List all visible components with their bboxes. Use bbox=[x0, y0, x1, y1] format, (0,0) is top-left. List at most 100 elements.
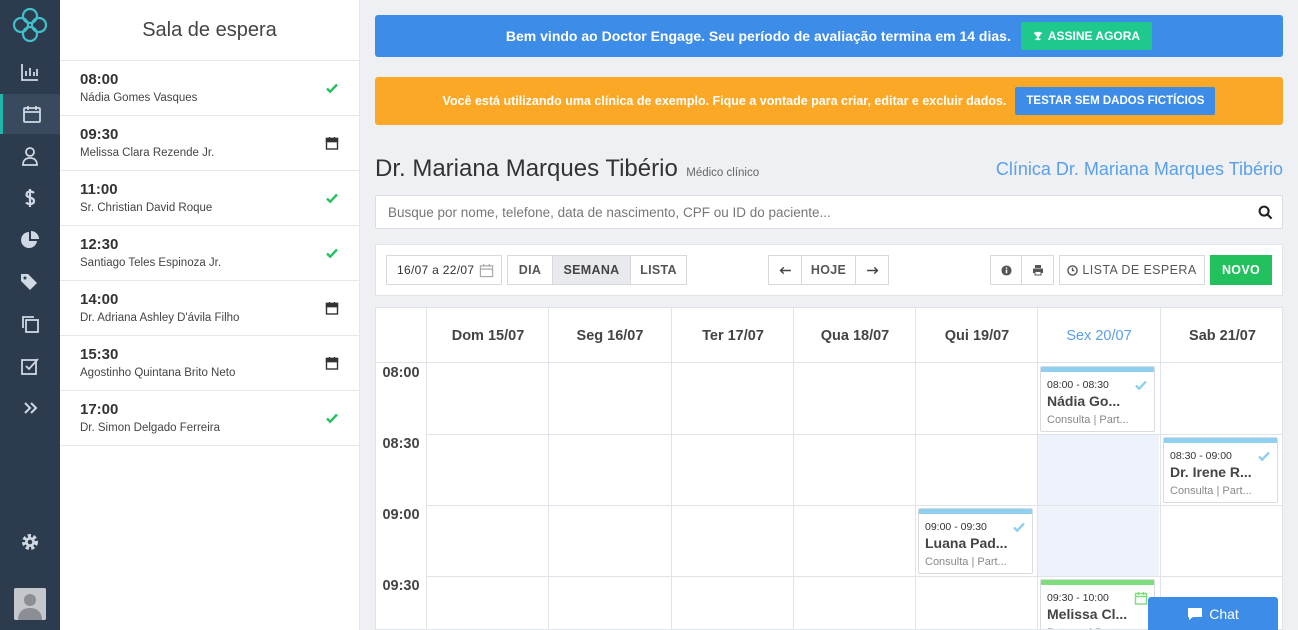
checkbox-icon[interactable] bbox=[0, 346, 60, 386]
appointment-status-bar bbox=[919, 509, 1032, 514]
calendar-toolbar: 16/07 a 22/07 DIA SEMANA LISTA HOJE LIST… bbox=[375, 244, 1283, 296]
date-range-value: 16/07 a 22/07 bbox=[397, 263, 475, 277]
day-header: Dom 15/07 bbox=[426, 308, 549, 363]
test-without-demo-data-button[interactable]: TESTAR SEM DADOS FICTÍCIOS bbox=[1015, 87, 1216, 115]
waiting-room-patient: Dr. Adriana Ashley D'ávila Filho bbox=[80, 312, 240, 324]
time-slot[interactable] bbox=[672, 506, 793, 575]
time-slot[interactable] bbox=[427, 577, 548, 629]
waiting-room-item[interactable]: 08:00 Nádia Gomes Vasques bbox=[60, 61, 359, 116]
appointment-card[interactable]: 08:30 - 09:00 Dr. Irene R... Consulta | Pa… bbox=[1163, 437, 1278, 503]
waiting-room-time: 11:00 bbox=[80, 181, 118, 198]
time-slot[interactable] bbox=[794, 506, 915, 575]
waiting-list-button[interactable]: LISTA DE ESPERA bbox=[1059, 255, 1205, 285]
avatar[interactable] bbox=[14, 588, 46, 620]
time-slot[interactable] bbox=[1161, 364, 1282, 433]
appointment-status-bar bbox=[1164, 438, 1277, 443]
chat-icon bbox=[1188, 607, 1203, 620]
calendar-icon bbox=[479, 263, 494, 278]
time-slot[interactable] bbox=[427, 364, 548, 433]
time-slot[interactable] bbox=[672, 364, 793, 433]
waiting-room-item[interactable]: 15:30 Agostinho Quintana Brito Neto bbox=[60, 336, 359, 391]
search-input[interactable] bbox=[376, 196, 1282, 228]
today-button[interactable]: HOJE bbox=[801, 255, 856, 285]
waiting-room-item[interactable]: 17:00 Dr. Simon Delgado Ferreira bbox=[60, 391, 359, 446]
view-day-button[interactable]: DIA bbox=[507, 255, 553, 285]
chat-button[interactable]: Chat bbox=[1148, 597, 1278, 630]
check-icon bbox=[1257, 449, 1271, 463]
gear-icon[interactable] bbox=[0, 522, 60, 562]
search-icon[interactable] bbox=[1258, 205, 1273, 220]
time-label: 08:00 bbox=[382, 365, 420, 381]
copy-icon[interactable] bbox=[0, 304, 60, 344]
time-slot[interactable] bbox=[427, 506, 548, 575]
time-slot[interactable] bbox=[549, 577, 670, 629]
waiting-room-item[interactable]: 12:30 Santiago Teles Espinoza Jr. bbox=[60, 226, 359, 281]
pie-chart-icon[interactable] bbox=[0, 220, 60, 260]
calendar-icon bbox=[325, 301, 339, 315]
waiting-room-item[interactable]: 14:00 Dr. Adriana Ashley D'ávila Filho bbox=[60, 281, 359, 336]
view-list-button[interactable]: LISTA bbox=[630, 255, 687, 285]
next-week-button[interactable] bbox=[855, 255, 889, 285]
time-slot[interactable] bbox=[672, 435, 793, 504]
double-chevron-icon[interactable] bbox=[0, 388, 60, 428]
time-slot[interactable] bbox=[549, 364, 670, 433]
subscribe-label: ASSINE AGORA bbox=[1047, 29, 1141, 43]
tags-icon[interactable] bbox=[0, 262, 60, 302]
example-clinic-banner: Você está utilizando uma clínica de exem… bbox=[375, 77, 1283, 125]
waiting-room-list: 08:00 Nádia Gomes Vasques 09:30 Melissa Cla… bbox=[60, 61, 359, 446]
patient-search bbox=[375, 195, 1283, 229]
doctor-header: Dr. Mariana Marques Tibério Médico clíni… bbox=[375, 155, 1283, 185]
waiting-room-item[interactable]: 09:30 Melissa Clara Rezende Jr. bbox=[60, 116, 359, 171]
clinic-link[interactable]: Clínica Dr. Mariana Marques Tibério bbox=[996, 159, 1283, 180]
appointment-card[interactable]: 09:00 - 09:30 Luana Pad... Consulta | Part… bbox=[918, 508, 1033, 574]
time-slot[interactable] bbox=[549, 435, 670, 504]
appointment-patient: Nádia Go... bbox=[1047, 393, 1121, 409]
doctor-specialty: Médico clínico bbox=[686, 167, 760, 179]
week-calendar: Dom 15/07 Seg 16/07 Ter 17/07 Qua 18/07 Qui … bbox=[375, 307, 1283, 630]
appointment-type: Consulta | Part... bbox=[1170, 485, 1252, 497]
appointment-patient: Luana Pad... bbox=[925, 535, 1008, 551]
check-icon bbox=[325, 411, 339, 425]
appointment-card[interactable]: 08:00 - 08:30 Nádia Go... Consulta | Part.… bbox=[1040, 366, 1155, 432]
check-icon bbox=[1134, 378, 1148, 392]
time-slot[interactable] bbox=[794, 364, 915, 433]
print-button[interactable] bbox=[1021, 255, 1054, 285]
waiting-room-time: 15:30 bbox=[80, 346, 119, 363]
print-icon bbox=[1032, 265, 1043, 276]
example-clinic-message: Você está utilizando uma clínica de exem… bbox=[442, 94, 1007, 108]
time-slot[interactable] bbox=[549, 506, 670, 575]
logo-icon[interactable] bbox=[12, 7, 48, 43]
new-appointment-button[interactable]: NOVO bbox=[1210, 255, 1272, 285]
time-slot[interactable] bbox=[672, 577, 793, 629]
time-slot[interactable] bbox=[916, 577, 1037, 629]
time-slot[interactable] bbox=[427, 435, 548, 504]
appointment-card[interactable]: 09:30 - 10:00Melissa Cl...Retorno | Part… bbox=[1040, 579, 1155, 629]
time-slot[interactable] bbox=[1038, 435, 1159, 504]
waiting-room-panel: Sala de espera 08:00 Nádia Gomes Vasques 0… bbox=[60, 0, 360, 630]
waiting-room-time: 17:00 bbox=[80, 401, 119, 418]
check-icon bbox=[325, 81, 339, 95]
time-slot[interactable] bbox=[794, 577, 915, 629]
chart-icon[interactable] bbox=[0, 52, 60, 92]
time-slot[interactable] bbox=[1038, 506, 1159, 575]
subscribe-button[interactable]: ASSINE AGORA bbox=[1020, 22, 1153, 50]
trial-message: Bem vindo ao Doctor Engage. Seu período … bbox=[505, 28, 1011, 44]
waiting-room-item[interactable]: 11:00 Sr. Christian David Roque bbox=[60, 171, 359, 226]
dollar-icon[interactable] bbox=[0, 178, 60, 218]
chat-label: Chat bbox=[1209, 605, 1239, 622]
time-slot[interactable] bbox=[794, 435, 915, 504]
calendar-header: Dom 15/07 Seg 16/07 Ter 17/07 Qua 18/07 Qui … bbox=[376, 308, 1282, 363]
time-slot[interactable] bbox=[916, 364, 1037, 433]
info-button[interactable] bbox=[990, 255, 1022, 285]
trophy-icon bbox=[1033, 31, 1043, 41]
waiting-room-title: Sala de espera bbox=[60, 0, 359, 61]
view-week-button[interactable]: SEMANA bbox=[552, 255, 631, 285]
calendar-icon bbox=[1134, 591, 1148, 605]
calendar-icon[interactable] bbox=[0, 94, 60, 134]
time-label: 08:30 bbox=[382, 436, 420, 452]
previous-week-button[interactable] bbox=[768, 255, 802, 285]
time-slot[interactable] bbox=[916, 435, 1037, 504]
time-slot[interactable] bbox=[1161, 506, 1282, 575]
user-icon[interactable] bbox=[0, 136, 60, 176]
date-range-picker[interactable]: 16/07 a 22/07 bbox=[386, 255, 502, 285]
